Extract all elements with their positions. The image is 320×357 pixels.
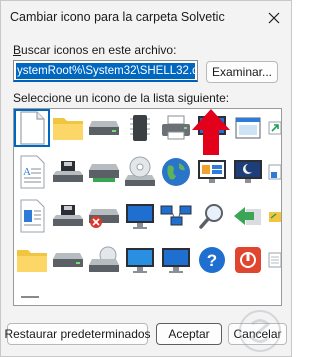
document-grid-icon[interactable] (266, 241, 281, 279)
monitor-blank-icon[interactable] (158, 241, 194, 279)
printer-icon[interactable] (158, 109, 194, 147)
red-pointer-arrow-icon (192, 109, 230, 155)
dialog-title: Cambiar icono para la carpeta Solvetic (10, 10, 225, 24)
display-settings-icon[interactable] (194, 153, 230, 191)
document-blue-icon[interactable] (14, 197, 50, 235)
drive-icon[interactable] (86, 109, 122, 147)
green-arrow-icon[interactable] (230, 197, 266, 235)
floppy-disk-icon[interactable] (50, 197, 86, 235)
restore-defaults-button[interactable]: Restaurar predeterminados (4, 323, 151, 345)
cd-drive-icon[interactable] (122, 153, 158, 191)
file-path-input[interactable]: ystemRoot%\System32\SHELL32.dll (13, 60, 198, 82)
shortcut-overlay-icon[interactable] (266, 109, 281, 147)
window-icon[interactable] (230, 109, 266, 147)
globe-icon[interactable] (158, 153, 194, 191)
drive-gray-icon[interactable] (50, 241, 86, 279)
blank-document-icon[interactable] (14, 109, 50, 147)
memory-chip-icon[interactable] (122, 109, 158, 147)
close-icon (268, 12, 280, 24)
svg-text:A: A (23, 166, 31, 178)
icon-list[interactable]: A ? (13, 108, 282, 306)
monitor-grid-icon[interactable] (122, 241, 158, 279)
magnifier-icon[interactable] (194, 197, 230, 235)
floppy-drive-icon[interactable] (50, 153, 86, 191)
drive-x-icon[interactable] (86, 197, 122, 235)
network-monitor-icon[interactable] (122, 197, 158, 235)
title-bar: Cambiar icono para la carpeta Solvetic (1, 1, 291, 35)
moon-monitor-icon[interactable] (230, 153, 266, 191)
file-path-value: ystemRoot%\System32\SHELL32.dll (16, 63, 195, 79)
search-label: Buscar iconos en este archivo: (13, 43, 177, 57)
close-button[interactable] (261, 5, 287, 31)
folder-arrow-icon[interactable] (266, 197, 281, 235)
folder-yellow-icon[interactable] (14, 241, 50, 279)
network-icon[interactable] (158, 197, 194, 235)
document-arrow-icon[interactable] (266, 153, 281, 191)
icon-list-label: Seleccione un icono de la lista siguient… (13, 91, 230, 105)
text-document-icon[interactable]: A (14, 153, 50, 191)
change-icon-dialog: Cambiar icono para la carpeta Solvetic B… (0, 0, 292, 357)
cd-disk-icon[interactable] (86, 241, 122, 279)
folder-icon[interactable] (50, 109, 86, 147)
horizontal-scroll-thumb[interactable] (21, 296, 39, 298)
watermark-logo-icon (239, 310, 281, 352)
svg-text:?: ? (207, 251, 217, 270)
power-icon[interactable] (230, 241, 266, 279)
browse-button[interactable]: Examinar... (206, 61, 278, 83)
help-icon[interactable]: ? (194, 241, 230, 279)
ok-button[interactable]: Aceptar (156, 323, 222, 345)
drive-green-icon[interactable] (86, 153, 122, 191)
